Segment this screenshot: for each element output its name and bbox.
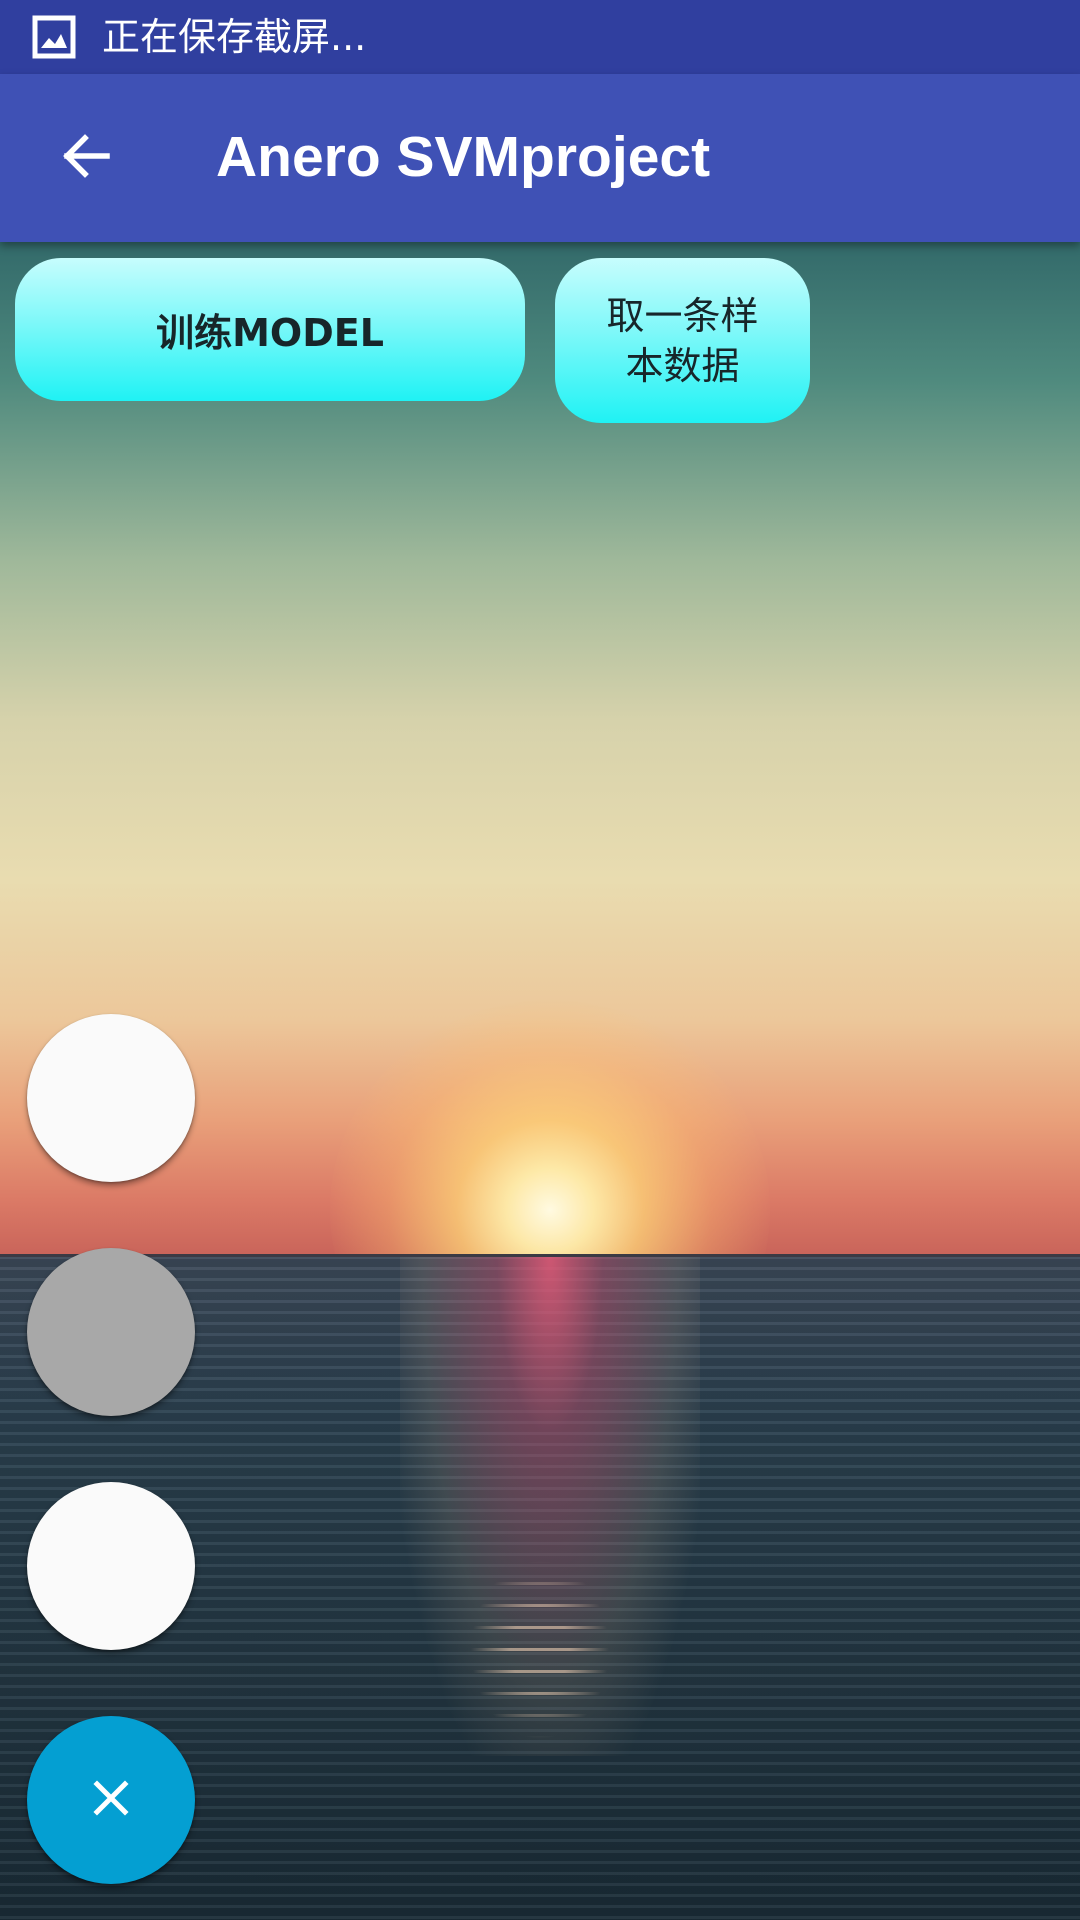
status-bar: 正在保存截屏... xyxy=(0,0,1080,74)
train-model-button[interactable]: 训练MODEL xyxy=(15,258,525,401)
close-icon xyxy=(91,1778,131,1822)
arrow-left-icon xyxy=(61,131,111,185)
get-sample-data-label: 取一条样本数据 xyxy=(606,293,759,388)
back-button[interactable] xyxy=(36,108,136,208)
page-title: Anero SVMproject xyxy=(216,125,711,189)
fab-option-1[interactable] xyxy=(27,1014,195,1182)
app-screen: 正在保存截屏... Anero SVMproject 训练MODEL 取一条样本… xyxy=(0,0,1080,1920)
background-horizon xyxy=(0,1254,1080,1257)
status-notification-text: 正在保存截屏... xyxy=(102,15,367,59)
app-bar: Anero SVMproject xyxy=(0,74,1080,242)
fab-option-2[interactable] xyxy=(27,1248,195,1416)
background-sparkles xyxy=(470,1560,610,1740)
fab-option-3[interactable] xyxy=(27,1482,195,1650)
screenshot-image-icon xyxy=(32,15,76,59)
fab-close-button[interactable] xyxy=(27,1716,195,1884)
get-sample-data-button[interactable]: 取一条样本数据 xyxy=(555,258,810,423)
